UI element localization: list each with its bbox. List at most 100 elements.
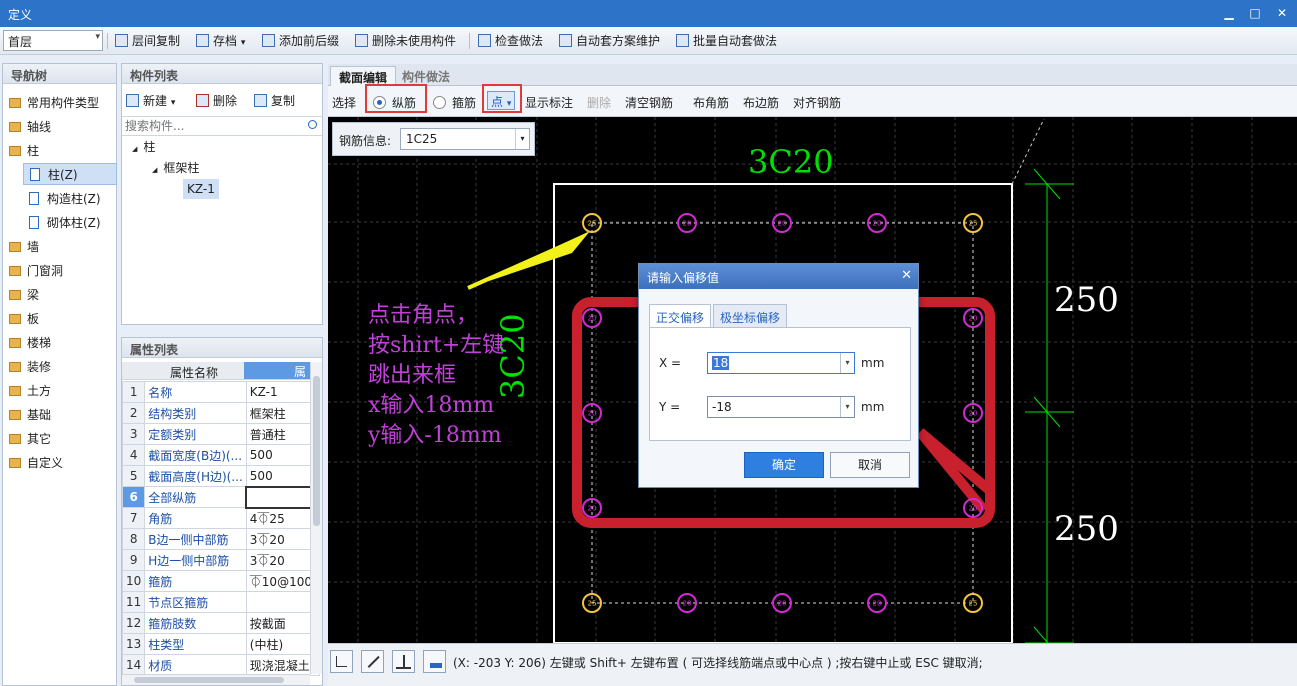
nav-item-other[interactable]: 其它 (9, 428, 51, 450)
nav-item-wall[interactable]: 墙 (9, 236, 39, 258)
prop-value[interactable]: ⏁10@100, (245, 570, 320, 592)
nav-item-column[interactable]: 柱 (9, 140, 39, 162)
search-icon[interactable] (308, 120, 317, 129)
close-button[interactable]: ✕ (1272, 4, 1292, 22)
dialog-close-icon[interactable]: ✕ (901, 268, 912, 283)
prop-value[interactable]: 500 (245, 465, 320, 487)
scrollbar-thumb[interactable] (134, 677, 284, 683)
table-row[interactable]: 7 角筋 4⏁25 (121, 507, 320, 529)
prop-value[interactable]: 4⏁25 (245, 507, 320, 529)
check-method-button[interactable]: 检查做法 (478, 32, 543, 50)
delete-unused-button[interactable]: 删除未使用构件 (355, 32, 456, 50)
nav-item-axis[interactable]: 轴线 (9, 116, 51, 138)
cancel-button[interactable]: 取消 (830, 452, 910, 478)
delete-bar-button[interactable]: 删除 (587, 94, 611, 111)
nav-item-door-window[interactable]: 门窗洞 (9, 260, 63, 282)
table-row[interactable]: 13 柱类型 (中柱) (121, 633, 320, 655)
nav-item-column-z[interactable]: 柱(Z) (23, 163, 117, 185)
prop-value[interactable]: 3⏁20 (245, 528, 320, 550)
component-search-box[interactable] (122, 116, 322, 136)
ok-button[interactable]: 确定 (744, 452, 824, 478)
dynamic-input-button[interactable] (423, 650, 446, 673)
prop-value[interactable]: KZ-1 (245, 381, 320, 403)
prop-value[interactable]: 框架柱 (245, 402, 320, 424)
nav-item-masonry-column[interactable]: 砌体柱(Z) (29, 212, 101, 234)
nav-item-beam[interactable]: 梁 (9, 284, 39, 306)
component-search-input[interactable] (122, 117, 297, 135)
align-bars-button[interactable]: 对齐钢筋 (793, 94, 841, 111)
y-offset-input[interactable]: -18 ▾ (707, 396, 855, 418)
table-row[interactable]: 9 H边一侧中部筋 3⏁20 (121, 549, 320, 571)
expand-icon[interactable]: ◢ (152, 166, 157, 174)
select-button[interactable]: 选择 (332, 94, 356, 111)
add-prefix-suffix-button[interactable]: 添加前后缀 (262, 32, 339, 50)
prop-value[interactable]: 普通柱 (245, 423, 320, 445)
table-row[interactable]: 8 B边一侧中部筋 3⏁20 (121, 528, 320, 550)
point-mode-dropdown[interactable]: 点 ▾ (487, 91, 516, 110)
table-row[interactable]: 5 截面高度(H边)(... 500 (121, 465, 320, 487)
table-row[interactable]: 4 截面宽度(B边)(... 500 (121, 444, 320, 466)
props-vertical-scrollbar[interactable] (310, 362, 322, 674)
nav-item-slab[interactable]: 板 (9, 308, 39, 330)
table-row[interactable]: 6 全部纵筋 (121, 485, 321, 509)
floor-select[interactable]: 首层 ▾ (3, 30, 103, 51)
edge-bar-button[interactable]: 布边筋 (743, 94, 779, 111)
table-row[interactable]: 12 箍筋肢数 按截面 (121, 612, 320, 634)
perpendicular-snap-button[interactable] (392, 650, 415, 673)
bar-size-label: 25 (588, 220, 597, 228)
prop-value[interactable]: (中柱) (245, 633, 320, 655)
prop-value[interactable]: 现浇混凝土 (245, 654, 320, 676)
chevron-down-icon[interactable]: ▾ (840, 397, 854, 417)
clear-bars-button[interactable]: 清空钢筋 (625, 94, 673, 111)
new-component-button[interactable]: 新建 ▾ (126, 92, 175, 110)
batch-auto-method-button[interactable]: 批量自动套做法 (676, 32, 777, 50)
prop-value[interactable] (245, 485, 321, 509)
long-bar-radio[interactable]: 纵筋 (373, 94, 416, 111)
show-label-button[interactable]: 显示标注 (525, 94, 573, 111)
expand-icon[interactable]: ◢ (132, 145, 137, 153)
tab-polar-offset[interactable]: 极坐标偏移 (713, 304, 788, 328)
auto-scheme-button[interactable]: 自动套方案维护 (559, 32, 660, 50)
maximize-button[interactable]: □ (1245, 4, 1265, 22)
nav-item-custom[interactable]: 自定义 (9, 452, 63, 474)
minimize-button[interactable]: ▁ (1219, 4, 1239, 22)
stirrup-radio[interactable]: 箍筋 (433, 94, 476, 111)
delete-component-button[interactable]: 删除 (196, 92, 237, 110)
nav-item-stair[interactable]: 楼梯 (9, 332, 51, 354)
tab-component-method[interactable]: 构件做法 (394, 66, 458, 86)
nav-item-foundation[interactable]: 基础 (9, 404, 51, 426)
nav-item-common[interactable]: 常用构件类型 (9, 92, 99, 114)
auto-scheme-label: 自动套方案维护 (576, 34, 661, 48)
table-row[interactable]: 10 箍筋 ⏁10@100, (121, 570, 320, 592)
tree-node-column[interactable]: ◢ 柱 (132, 137, 155, 157)
tab-section-edit[interactable]: 截面编辑 (330, 66, 397, 86)
chevron-down-icon[interactable]: ▾ (840, 353, 854, 373)
nav-item-earthwork[interactable]: 土方 (9, 380, 51, 402)
copy-component-button[interactable]: 复制 (254, 92, 295, 110)
table-row[interactable]: 14 材质 现浇混凝土 (121, 654, 320, 676)
tree-node-frame-column[interactable]: ◢ 框架柱 (152, 158, 199, 178)
rebar-info-select[interactable]: 1C25 ▾ (400, 128, 530, 150)
props-horizontal-scrollbar[interactable] (122, 674, 310, 685)
nav-item-construct-column[interactable]: 构造柱(Z) (29, 188, 101, 210)
prop-value[interactable]: 500 (245, 444, 320, 466)
corner-bar-button[interactable]: 布角筋 (693, 94, 729, 111)
table-row[interactable]: 11 节点区箍筋 (121, 591, 320, 613)
table-row[interactable]: 2 结构类别 框架柱 (121, 402, 320, 424)
table-row[interactable]: 1 名称 KZ-1 (121, 381, 320, 403)
x-offset-input[interactable]: 18 ▾ (707, 352, 855, 374)
table-row[interactable]: 3 定额类别 普通柱 (121, 423, 320, 445)
tab-ortho-offset[interactable]: 正交偏移 (649, 304, 712, 329)
tree-node-kz1[interactable]: KZ-1 (183, 179, 219, 199)
angle-snap-button[interactable] (361, 650, 384, 673)
copy-between-floors-button[interactable]: 层间复制 (115, 32, 180, 50)
ortho-snap-button[interactable] (330, 650, 353, 673)
prop-value[interactable]: 3⏁20 (245, 549, 320, 571)
prop-value[interactable]: 按截面 (245, 612, 320, 634)
nav-item-decoration[interactable]: 装修 (9, 356, 51, 378)
annotation-line: 跳出来框 (368, 363, 457, 388)
scrollbar-thumb[interactable] (313, 376, 320, 526)
prop-value[interactable] (245, 591, 320, 613)
archive-button[interactable]: 存档 ▾ (196, 32, 245, 50)
dialog-title: 请输入偏移值 (647, 271, 720, 285)
